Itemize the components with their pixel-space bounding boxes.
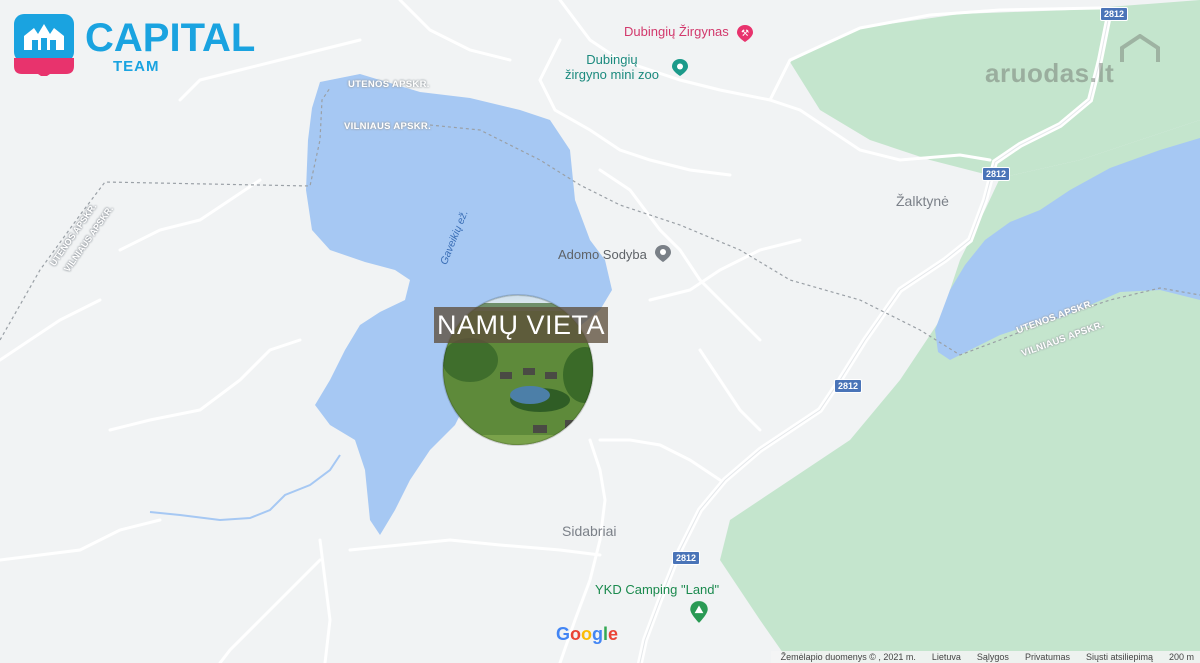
road-shield: 2812 <box>982 167 1011 181</box>
place-pin-icon[interactable] <box>654 244 672 262</box>
map-data-credit[interactable]: Žemėlapio duomenys © , 2021 m. <box>781 651 916 663</box>
scale-label[interactable]: 200 m <box>1169 651 1194 663</box>
google-letter: g <box>592 624 604 644</box>
map-attribution-bar: Žemėlapio duomenys © , 2021 m. Lietuva S… <box>770 651 1200 663</box>
camping-pin-icon[interactable] <box>689 600 709 624</box>
google-letter: o <box>581 624 593 644</box>
google-logo: Google <box>556 624 618 645</box>
report-link[interactable]: Siųsti atsiliepimą <box>1086 651 1153 663</box>
poi-label-minizoo-line2: žirgyno mini zoo <box>565 67 659 82</box>
camera-pin-icon[interactable] <box>671 58 689 76</box>
google-letter: e <box>608 624 619 644</box>
admin-label-utenos-lake: UTENOS APSKR. <box>348 79 430 90</box>
logo-sub-text: TEAM <box>113 58 160 75</box>
country-link[interactable]: Lietuva <box>932 651 961 663</box>
horse-pin-icon[interactable]: ⚒ <box>736 24 754 42</box>
poi-label-minizoo-line1: Dubingių <box>586 52 638 67</box>
capital-team-logo: CAPITAL TEAM <box>14 12 284 78</box>
place-label-sidabriai: Sidabriai <box>562 523 617 539</box>
road-shield: 2812 <box>672 551 701 565</box>
admin-label-vilniaus-lake: VILNIAUS APSKR. <box>344 121 432 132</box>
poi-label-zirgynas[interactable]: Dubingių Žirgynas <box>624 24 729 39</box>
logo-brand-text: CAPITAL <box>85 16 256 60</box>
lake-gaveikiu <box>306 74 612 535</box>
svg-text:⚒: ⚒ <box>741 29 749 39</box>
terms-link[interactable]: Sąlygos <box>977 651 1009 663</box>
aruodas-watermark: aruodas.lt <box>985 58 1115 88</box>
google-letter: o <box>570 624 582 644</box>
poi-label-adomo[interactable]: Adomo Sodyba <box>558 247 647 262</box>
road-shield: 2812 <box>1100 7 1129 21</box>
place-label-zalktyne: Žalktynė <box>896 193 949 209</box>
poi-label-minizoo[interactable]: Dubingių žirgyno mini zoo <box>565 52 659 82</box>
house-logo-icon <box>14 14 74 76</box>
poi-label-camping[interactable]: YKD Camping "Land" <box>595 582 719 597</box>
stream <box>149 454 341 522</box>
road-shield: 2812 <box>834 379 863 393</box>
watermark-house-icon <box>1120 34 1160 62</box>
privacy-link[interactable]: Privatumas <box>1025 651 1070 663</box>
property-location-title: NAMŲ VIETA <box>434 307 608 343</box>
map-canvas[interactable]: CAPITAL TEAM aruodas.lt Dubingių Žirgyna… <box>0 0 1200 663</box>
google-letter: G <box>556 624 571 644</box>
